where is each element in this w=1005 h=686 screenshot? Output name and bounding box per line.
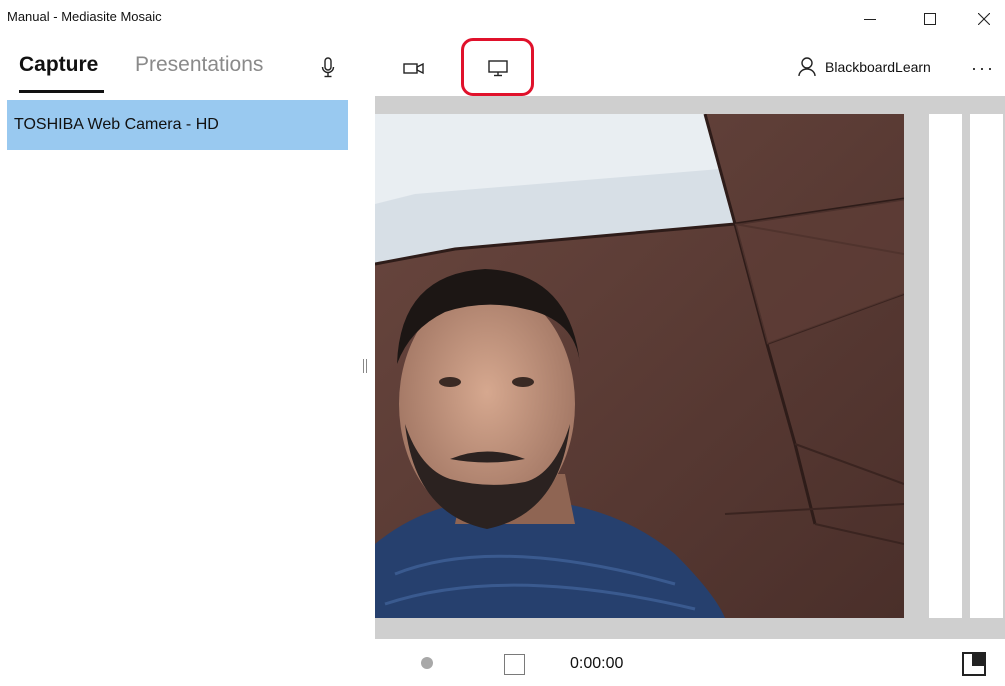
record-icon[interactable] — [421, 657, 433, 669]
tab-capture[interactable]: Capture — [19, 53, 98, 77]
screen-source-highlight — [461, 38, 534, 96]
video-camera-icon — [403, 62, 424, 75]
stop-icon[interactable] — [504, 654, 525, 675]
camera-source-button[interactable] — [394, 49, 434, 87]
minimize-button[interactable] — [847, 0, 893, 38]
minimize-icon — [864, 19, 876, 20]
device-item-toshiba-webcam[interactable]: TOSHIBA Web Camera - HD — [7, 100, 348, 150]
title-bar: Manual - Mediasite Mosaic — [0, 0, 1005, 38]
preview-thumbnail[interactable] — [970, 114, 1003, 618]
device-list: TOSHIBA Web Camera - HD — [0, 96, 357, 639]
webcam-feed-image — [375, 114, 904, 618]
more-options-button[interactable]: ··· — [966, 53, 1000, 83]
close-icon — [978, 13, 990, 25]
microphone-icon — [321, 57, 335, 78]
window-title: Manual - Mediasite Mosaic — [7, 9, 162, 24]
preview-thumbnail[interactable] — [929, 114, 962, 618]
maximize-icon — [924, 13, 936, 25]
microphone-source-button[interactable] — [308, 49, 348, 87]
layout-toggle-icon[interactable] — [962, 652, 986, 676]
webcam-preview — [375, 114, 904, 618]
splitter-grip-icon[interactable] — [363, 359, 367, 373]
close-button[interactable] — [961, 0, 1005, 38]
user-name: BlackboardLearn — [825, 59, 931, 75]
elapsed-time: 0:00:00 — [570, 655, 624, 672]
person-icon — [798, 57, 816, 77]
user-account-button[interactable]: BlackboardLearn — [798, 57, 931, 77]
tab-presentations[interactable]: Presentations — [135, 53, 263, 77]
preview-area — [375, 96, 1005, 639]
maximize-button[interactable] — [907, 0, 953, 38]
recorder-bar: 0:00:00 — [0, 639, 1005, 686]
pane-splitter[interactable] — [357, 96, 375, 639]
active-tab-indicator — [19, 90, 104, 93]
